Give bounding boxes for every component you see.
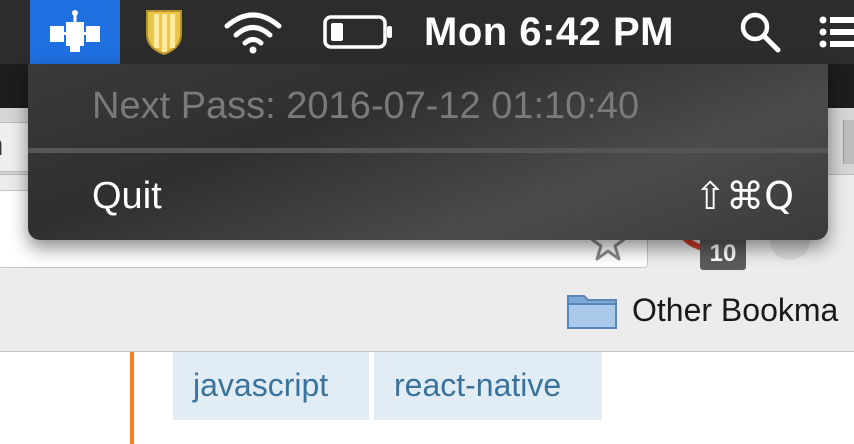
- tag-javascript[interactable]: javascript: [173, 352, 369, 420]
- menubar: Mon 6:42 PM: [0, 0, 854, 64]
- next-pass-label: Next Pass: 2016-07-12 01:10:40: [92, 85, 640, 127]
- tab-bar-edge: [843, 120, 854, 164]
- accent-rule: [130, 352, 134, 444]
- notification-center-item[interactable]: [818, 0, 854, 64]
- quit-menu-item[interactable]: Quit ⇧⌘Q: [28, 160, 828, 236]
- satellite-icon: [50, 10, 100, 52]
- shield-icon: [146, 10, 182, 56]
- tag-react-native[interactable]: react-native: [374, 352, 602, 420]
- list-icon: [819, 16, 854, 48]
- battery-icon: [323, 15, 392, 49]
- search-icon: [740, 12, 781, 53]
- quit-label: Quit: [92, 175, 162, 217]
- extension-badge: 10: [700, 238, 746, 270]
- next-pass-item: Next Pass: 2016-07-12 01:10:40: [28, 68, 828, 144]
- quit-shortcut: ⇧⌘Q: [694, 174, 794, 218]
- browser-tab-title: in: [0, 129, 3, 162]
- folder-icon: [567, 295, 617, 329]
- wifi-status-item[interactable]: [218, 0, 288, 64]
- shield-status-item[interactable]: [138, 0, 190, 64]
- menubar-clock[interactable]: Mon 6:42 PM: [424, 0, 694, 64]
- other-bookmarks-link[interactable]: Other Bookma: [632, 290, 838, 330]
- battery-status-item[interactable]: [318, 0, 398, 64]
- status-menu-dropdown: Next Pass: 2016-07-12 01:10:40 Quit ⇧⌘Q: [28, 64, 828, 240]
- spotlight-search-item[interactable]: [730, 0, 790, 64]
- satellite-status-item[interactable]: [30, 0, 120, 64]
- menu-separator: [28, 148, 828, 153]
- wifi-icon: [224, 12, 282, 54]
